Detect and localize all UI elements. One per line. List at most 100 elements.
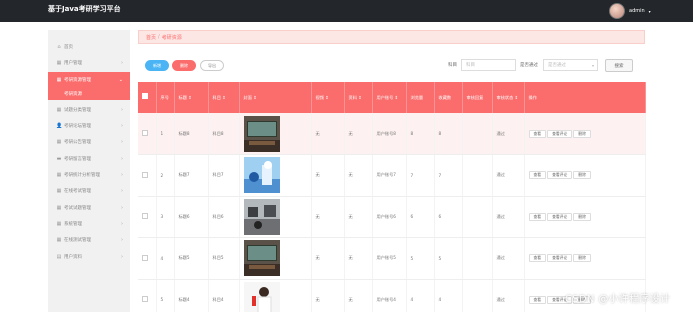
search-button[interactable]: 搜索 [605, 59, 633, 72]
sidebar-item-7[interactable]: ▦ 考研统计分析管理 › [48, 167, 130, 183]
cover-cell [239, 113, 312, 155]
cell-reply [462, 237, 493, 280]
cell-material: 无 [344, 196, 373, 238]
sidebar-item-10[interactable]: ▦ 系统管理 › [48, 216, 130, 232]
cell-index: 2 [156, 154, 175, 197]
delete-row-button[interactable]: 删除 [573, 212, 591, 221]
grid-icon: ▦ [56, 172, 62, 179]
column-header[interactable]: 视频 ⇕ [311, 82, 345, 113]
column-header[interactable]: 收藏数 [434, 82, 463, 113]
cover-cell [239, 154, 312, 197]
breadcrumb-home[interactable]: 首页 [146, 34, 156, 41]
column-header[interactable]: 浏览量 [406, 82, 435, 113]
sidebar-item-4[interactable]: 👤 考研论坛管理 › [48, 118, 130, 134]
resource-table: 序号 标题 ⇕ 科目 ⇕ 封面 ⇕ 视频 ⇕ 资料 ⇕ 用户账号 ⇕ 浏览量 收藏数 审核回复 审核… [138, 82, 646, 312]
view-comments-button[interactable]: 查看评论 [547, 254, 573, 263]
add-button[interactable]: 新增 [145, 60, 169, 71]
sidebar-item-2[interactable]: ▦ 考研资源管理 ⌄ [48, 71, 130, 88]
chevron-down-icon: ⌄ [118, 76, 123, 83]
watermark: CSDN @小许程序设计 [565, 294, 671, 305]
row-checkbox[interactable] [142, 213, 148, 220]
view-button[interactable]: 查看 [528, 212, 547, 221]
table-row[interactable]: 1 标题8 科目8 无无用户账号8 8 8 通过 查看 查看评论 删除 [138, 113, 646, 155]
delete-row-button[interactable]: 删除 [573, 254, 591, 263]
cover-image [243, 115, 280, 152]
sidebar-item-label: 考试试题管理 [64, 205, 91, 211]
cell-status: 通过 [492, 196, 525, 238]
subject-filter-input[interactable]: 科目 [461, 59, 516, 71]
sidebar-item-label: 首页 [64, 45, 73, 50]
column-header[interactable]: 操作 [524, 82, 646, 113]
column-header[interactable]: 审核回复 [462, 82, 493, 113]
delete-row-button[interactable]: 删除 [573, 171, 591, 180]
caret-down-icon[interactable]: ▾ [649, 9, 651, 14]
approval-filter-placeholder: 是否通过 [548, 63, 566, 68]
user-icon: 👤 [56, 123, 63, 130]
column-header[interactable]: 标题 ⇕ [174, 82, 209, 113]
avatar[interactable] [609, 3, 625, 19]
sidebar-item-11[interactable]: ▦ 在线测试管理 › [48, 232, 130, 248]
cover-cell [239, 279, 312, 312]
sidebar-item-1[interactable]: ▦ 用户管理 › [48, 55, 130, 71]
cell-video: 无 [311, 237, 345, 280]
delete-row-button[interactable]: 删除 [573, 129, 591, 138]
cell-material: 无 [344, 279, 373, 312]
view-button[interactable]: 查看 [528, 129, 547, 138]
column-header[interactable]: 封面 ⇕ [239, 82, 312, 113]
sidebar-item-12[interactable]: ▤ 用户资料 › [48, 249, 130, 265]
view-button[interactable]: 查看 [528, 254, 547, 263]
cell-title: 标题6 [174, 196, 209, 238]
table-row[interactable]: 4 标题5 科目5 无无用户账号5 5 5 通过 查看 查看评论 删除 [138, 237, 646, 280]
cell-title: 标题5 [174, 237, 209, 280]
cell-favorites: 5 [434, 237, 463, 280]
cell-title: 标题4 [174, 279, 209, 312]
column-header[interactable]: 序号 [156, 82, 175, 113]
cell-favorites: 6 [434, 196, 463, 238]
view-comments-button[interactable]: 查看评论 [547, 212, 573, 221]
grid-icon: ▦ [56, 204, 62, 211]
select-all-checkbox[interactable] [142, 93, 148, 99]
table-row[interactable]: 2 标题7 科目7 无无用户账号7 7 7 通过 查看 查看评论 删除 [138, 154, 646, 197]
sidebar-item-8[interactable]: ▦ 在线考试管理 › [48, 183, 130, 199]
view-comments-button[interactable]: 查看评论 [547, 171, 573, 180]
user-menu[interactable]: admin ▾ [609, 3, 651, 19]
chevron-right-icon: › [121, 139, 123, 146]
sidebar-item-label: 考研资源管理 [64, 77, 91, 83]
cell-views: 4 [406, 279, 435, 312]
cell-subject: 科目6 [208, 196, 240, 238]
column-header[interactable]: 科目 ⇕ [208, 82, 240, 113]
subject-filter-label: 科目 [448, 63, 457, 68]
sidebar-item-3[interactable]: ▦ 试题分类管理 › [48, 102, 130, 118]
sidebar-item-5[interactable]: ▦ 考研公告管理 › [48, 134, 130, 150]
grid-icon: ▦ [56, 60, 62, 67]
sidebar-subitem-active[interactable]: 考研资源 [48, 87, 130, 100]
view-comments-button[interactable]: 查看评论 [547, 129, 573, 138]
cell-favorites: 7 [434, 154, 463, 197]
export-button[interactable]: 导出 [200, 60, 224, 71]
row-checkbox[interactable] [142, 130, 148, 136]
cell-account: 用户账号4 [372, 279, 407, 312]
column-header[interactable]: 用户账号 ⇕ [372, 82, 407, 113]
approval-filter-select[interactable]: 是否通过 ▾ [543, 59, 598, 71]
cell-material: 无 [344, 154, 373, 197]
sidebar-item-label: 用户资料 [64, 254, 82, 260]
row-checkbox[interactable] [142, 171, 148, 178]
select-all-cell[interactable] [138, 82, 157, 113]
cell-status: 通过 [492, 113, 525, 155]
view-button[interactable]: 查看 [528, 295, 547, 304]
sidebar-item-0[interactable]: ⌂ 首页 [48, 39, 130, 55]
username[interactable]: admin [629, 8, 645, 14]
row-checkbox[interactable] [142, 296, 148, 303]
column-header[interactable]: 审核状态 ⇕ [492, 82, 525, 113]
table-row[interactable]: 3 标题6 科目6 无无用户账号6 6 6 通过 查看 查看评论 删除 [138, 196, 646, 238]
column-header[interactable]: 资料 ⇕ [344, 82, 373, 113]
sidebar-item-9[interactable]: ▦ 考试试题管理 › [48, 200, 130, 216]
grid-icon: ▦ [56, 76, 62, 83]
sidebar-item-6[interactable]: ▬ 考研留言管理 › [48, 151, 130, 167]
delete-button[interactable]: 删除 [172, 60, 196, 71]
cover-image [243, 157, 280, 194]
grid-icon: ▦ [56, 188, 62, 195]
view-button[interactable]: 查看 [528, 171, 547, 180]
sidebar-item-label: 试题分类管理 [64, 107, 91, 113]
row-checkbox[interactable] [142, 254, 148, 261]
